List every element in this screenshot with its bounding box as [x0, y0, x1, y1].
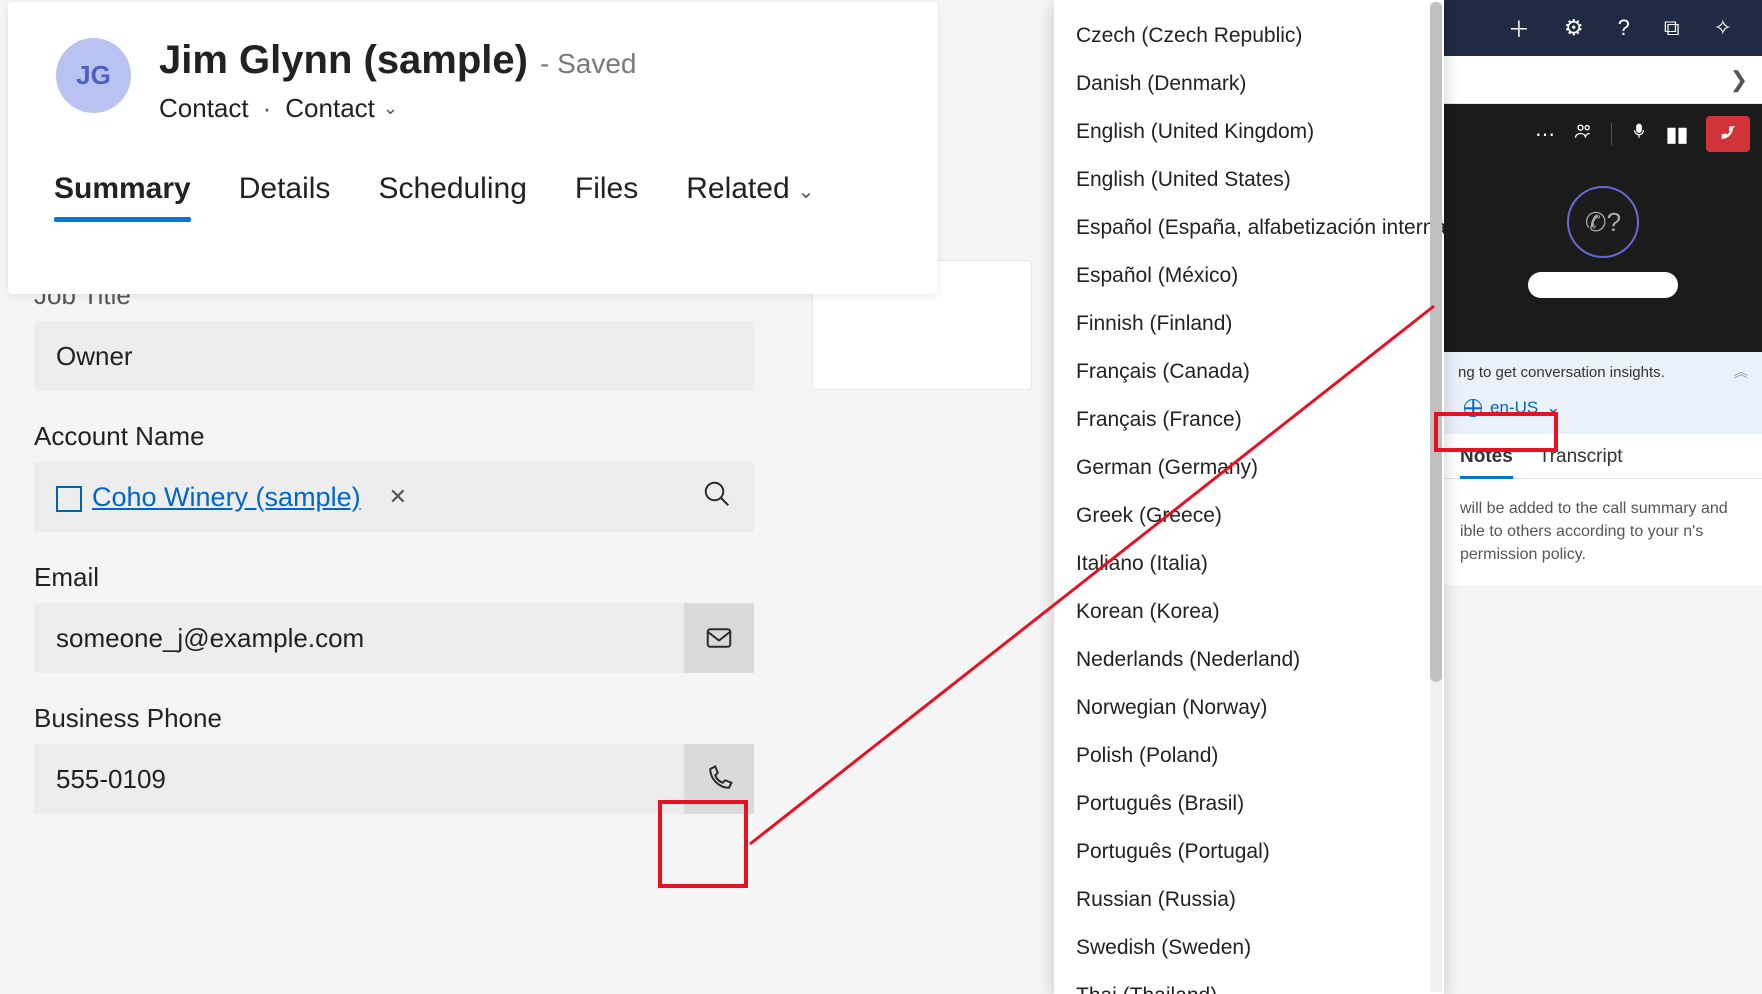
send-email-button[interactable]: [684, 603, 754, 673]
account-icon: [56, 486, 78, 508]
language-option[interactable]: Swedish (Sweden): [1054, 924, 1444, 972]
language-option[interactable]: Greek (Greece): [1054, 492, 1444, 540]
hold-icon[interactable]: ▮▮: [1666, 122, 1688, 147]
language-option[interactable]: Français (Canada): [1054, 348, 1444, 396]
language-option[interactable]: Español (México): [1054, 252, 1444, 300]
hang-up-button[interactable]: [1706, 116, 1750, 152]
app-top-bar: ＋ ⚙ ? ⧉ ✧: [1432, 0, 1762, 56]
caller-avatar: ✆?: [1567, 186, 1639, 258]
language-dropdown[interactable]: Czech (Czech Republic)Danish (Denmark)En…: [1054, 0, 1444, 994]
language-option[interactable]: Korean (Korea): [1054, 588, 1444, 636]
tab-related-label: Related: [686, 172, 789, 205]
chevron-down-icon: ⌄: [383, 98, 398, 119]
link-icon[interactable]: ⧉: [1664, 15, 1680, 41]
call-video-area: ⋯ ▮▮ ✆?: [1444, 104, 1762, 352]
language-code: en-US: [1490, 398, 1538, 418]
language-option[interactable]: Czech (Czech Republic): [1054, 12, 1444, 60]
tab-related[interactable]: Related ⌄: [686, 172, 814, 220]
microphone-icon[interactable]: [1630, 122, 1648, 146]
more-actions-icon[interactable]: ⋯: [1535, 122, 1555, 147]
separator-dot: ·: [263, 93, 272, 124]
contact-name: Jim Glynn (sample): [159, 38, 528, 83]
language-option[interactable]: English (United States): [1054, 156, 1444, 204]
business-phone-label: Business Phone: [34, 703, 754, 734]
add-icon[interactable]: ＋: [1508, 12, 1530, 44]
notes-info-text: will be added to the call summary and ib…: [1444, 479, 1762, 585]
search-icon[interactable]: [702, 479, 732, 516]
language-list: Czech (Czech Republic)Danish (Denmark)En…: [1054, 0, 1444, 994]
clear-lookup-icon[interactable]: ✕: [389, 484, 407, 510]
call-phone-button[interactable]: [684, 744, 754, 814]
tab-transcript[interactable]: Transcript: [1539, 446, 1623, 478]
call-panel-header: ❯: [1444, 56, 1762, 104]
business-phone-field[interactable]: 555-0109: [34, 744, 754, 814]
language-option[interactable]: Danish (Denmark): [1054, 60, 1444, 108]
language-option[interactable]: Russian (Russia): [1054, 876, 1444, 924]
language-option[interactable]: German (Germany): [1054, 444, 1444, 492]
entity-form-selector[interactable]: Contact ⌄: [285, 93, 398, 124]
language-option[interactable]: Polish (Poland): [1054, 732, 1444, 780]
avatar: JG: [56, 38, 131, 113]
tab-details[interactable]: Details: [239, 172, 331, 220]
assistant-icon[interactable]: ✧: [1714, 15, 1732, 41]
tab-files[interactable]: Files: [575, 172, 638, 220]
language-option[interactable]: Thai (Thailand): [1054, 972, 1444, 994]
call-panel: ❯ ⋯ ▮▮ ✆? ng to get conversation insight…: [1444, 56, 1762, 585]
language-option[interactable]: Italiano (Italia): [1054, 540, 1444, 588]
collapse-icon[interactable]: ︽: [1734, 362, 1748, 382]
chevron-down-icon: ⌄: [798, 181, 815, 203]
language-option[interactable]: Français (France): [1054, 396, 1444, 444]
expand-panel-icon[interactable]: ❯: [1730, 67, 1748, 93]
insight-text: ng to get conversation insights.: [1458, 364, 1665, 381]
saved-badge: - Saved: [540, 48, 637, 80]
tab-notes[interactable]: Notes: [1460, 446, 1513, 478]
chevron-down-icon: ⌄: [1546, 398, 1560, 418]
globe-icon: [1464, 399, 1482, 417]
language-option[interactable]: Norwegian (Norway): [1054, 684, 1444, 732]
email-label: Email: [34, 562, 754, 593]
call-panel-tabs: Notes Transcript: [1444, 434, 1762, 479]
email-value: someone_j@example.com: [34, 623, 684, 654]
unknown-caller-icon: ✆?: [1585, 207, 1621, 238]
contact-form: Job Title Owner Account Name Coho Winery…: [34, 280, 754, 814]
account-link[interactable]: Coho Winery (sample): [92, 482, 361, 513]
language-option[interactable]: Nederlands (Nederland): [1054, 636, 1444, 684]
participants-icon[interactable]: [1573, 121, 1593, 147]
language-option[interactable]: English (United Kingdom): [1054, 108, 1444, 156]
call-toolbar: ⋯ ▮▮: [1535, 116, 1750, 152]
contact-header-card: JG Jim Glynn (sample) - Saved Contact · …: [8, 2, 938, 294]
account-name-field[interactable]: Coho Winery (sample) ✕: [34, 462, 754, 532]
language-option[interactable]: Español (España, alfabetización internac…: [1054, 204, 1444, 252]
job-title-field[interactable]: Owner: [34, 321, 754, 391]
email-field[interactable]: someone_j@example.com: [34, 603, 754, 673]
entity-label: Contact: [159, 93, 249, 124]
record-tabs: Summary Details Scheduling Files Related…: [8, 124, 938, 220]
entity-selector-label: Contact: [285, 93, 375, 124]
language-selector[interactable]: en-US ⌄: [1454, 392, 1752, 424]
tab-summary[interactable]: Summary: [54, 172, 191, 220]
phone-value: 555-0109: [34, 764, 684, 795]
language-option[interactable]: Português (Brasil): [1054, 780, 1444, 828]
toolbar-divider: [1611, 123, 1612, 145]
help-icon[interactable]: ?: [1618, 15, 1630, 41]
account-name-label: Account Name: [34, 421, 754, 452]
tab-scheduling[interactable]: Scheduling: [378, 172, 526, 220]
gear-icon[interactable]: ⚙: [1564, 15, 1584, 41]
insight-bar: ng to get conversation insights. ︽: [1444, 352, 1762, 392]
language-option[interactable]: Português (Portugal): [1054, 828, 1444, 876]
language-option[interactable]: Finnish (Finland): [1054, 300, 1444, 348]
caller-name-redacted: [1528, 272, 1678, 298]
scrollbar-thumb[interactable]: [1430, 2, 1442, 682]
